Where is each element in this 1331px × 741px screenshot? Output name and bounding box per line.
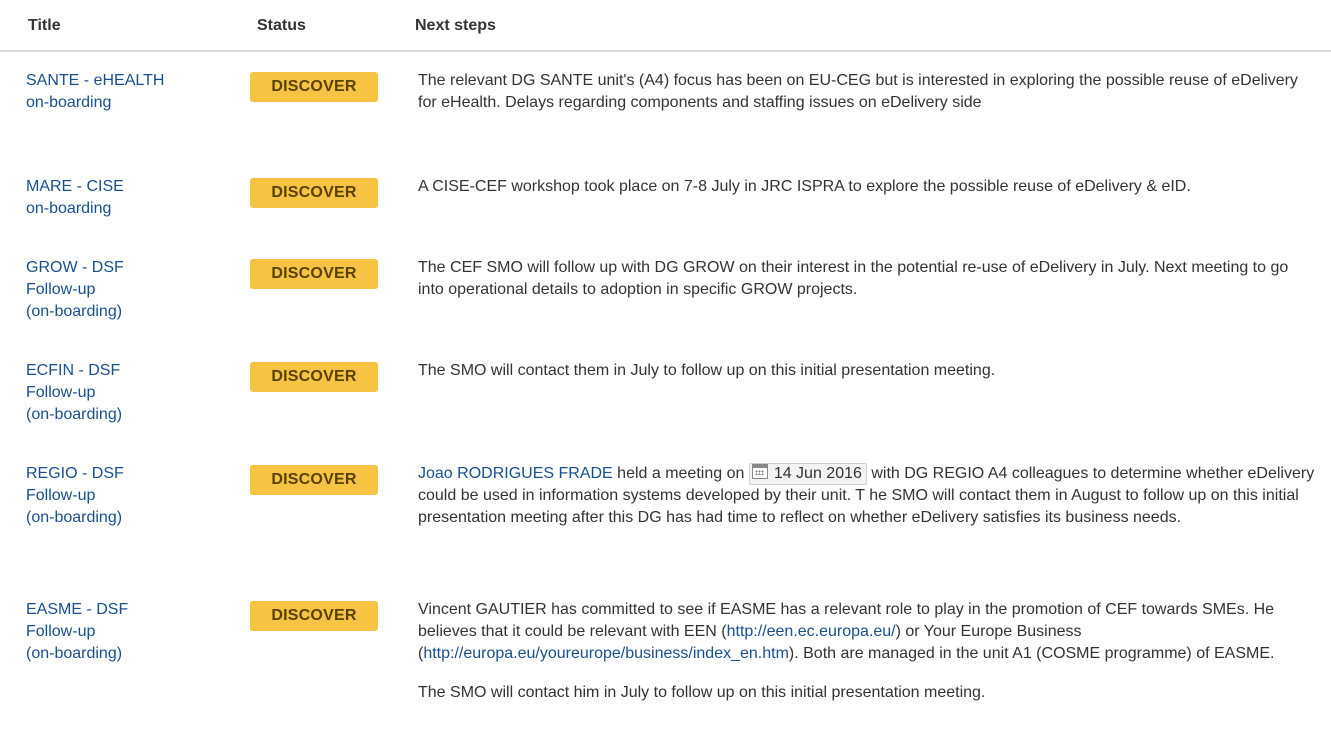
row-title-link[interactable]: GROW - DSF Follow-up (on-boarding)	[26, 257, 226, 323]
status-badge: DISCOVER	[250, 601, 378, 631]
column-header-title: Title	[28, 17, 61, 34]
calendar-icon	[751, 464, 768, 479]
status-badge: DISCOVER	[250, 259, 378, 289]
row-title-link[interactable]: MARE - CISE on-boarding	[26, 176, 226, 220]
status-badge: DISCOVER	[250, 362, 378, 392]
your-europe-business-link[interactable]: http://europa.eu/youreurope/business/ind…	[423, 645, 789, 662]
row-title-link[interactable]: REGIO - DSF Follow-up (on-boarding)	[26, 463, 226, 529]
row-title-link[interactable]: ECFIN - DSF Follow-up (on-boarding)	[26, 360, 226, 426]
next-steps-text: The relevant DG SANTE unit's (A4) focus …	[418, 72, 1298, 111]
status-badge: DISCOVER	[250, 72, 378, 102]
column-header-next-steps: Next steps	[415, 17, 496, 34]
status-badge: DISCOVER	[250, 178, 378, 208]
table-header: Title Status Next steps	[0, 0, 1331, 52]
next-steps-text: Joao RODRIGUES FRADE held a meeting on 1…	[418, 463, 1315, 526]
next-steps-text: The CEF SMO will follow up with DG GROW …	[418, 259, 1289, 298]
next-steps-text: A CISE-CEF workshop took place on 7-8 Ju…	[418, 178, 1191, 195]
een-link[interactable]: http://een.ec.europa.eu/	[727, 623, 896, 640]
row-title-link[interactable]: EASME - DSF Follow-up (on-boarding)	[26, 599, 226, 665]
next-steps-text: Vincent GAUTIER has committed to see if …	[418, 599, 1318, 704]
status-badge: DISCOVER	[250, 465, 378, 495]
column-header-status: Status	[257, 17, 306, 34]
row-title-link[interactable]: SANTE - eHEALTH on-boarding	[26, 70, 226, 114]
next-steps-text: The SMO will contact them in July to fol…	[418, 362, 996, 379]
date-lozenge[interactable]: 14 Jun 2016	[748, 463, 867, 485]
follow-up-paragraph: The SMO will contact him in July to foll…	[418, 684, 986, 701]
user-mention-link[interactable]: Joao RODRIGUES FRADE	[418, 465, 613, 482]
